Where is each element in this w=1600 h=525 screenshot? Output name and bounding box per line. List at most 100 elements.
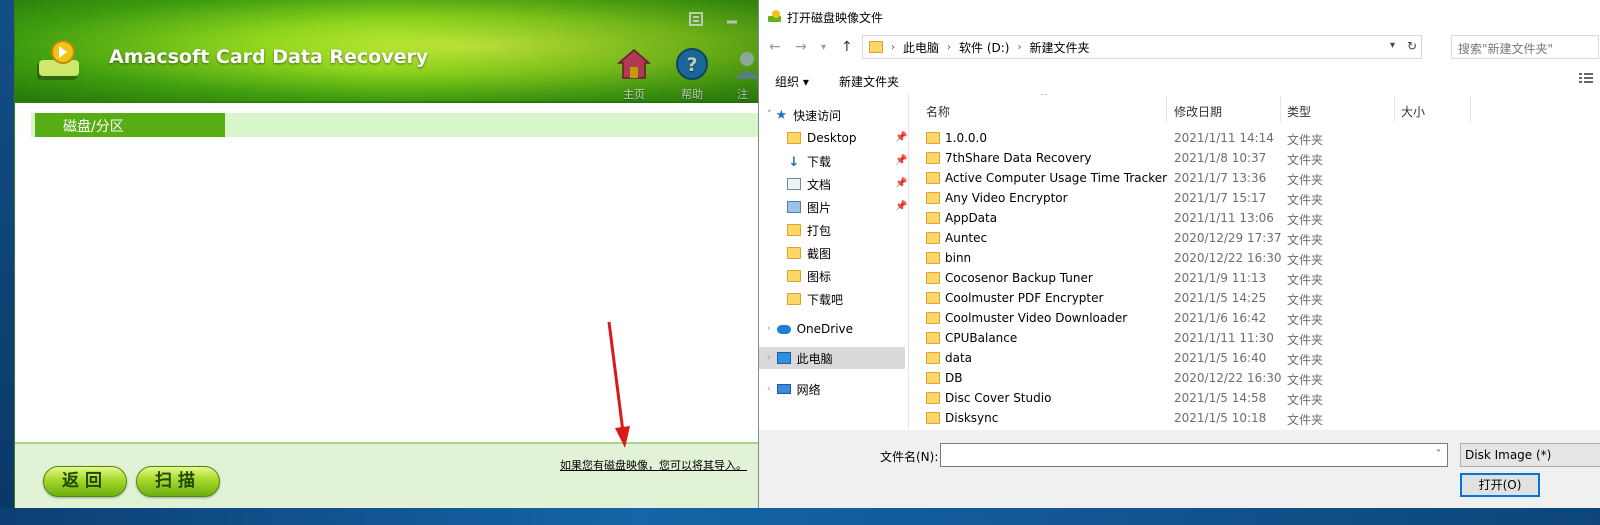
file-list: ^ 名称 修改日期 类型 大小 1.0.0.0 2021/1/11 14:14 文件… [910, 94, 1600, 430]
download-icon: ↓ [788, 155, 800, 170]
folder-icon [926, 332, 940, 344]
chevron-down-icon: ˅ [767, 110, 772, 120]
column-divider [1470, 96, 1471, 122]
app-footer: 如果您有磁盘映像，您可以将其导入。 返回 扫描 [15, 442, 763, 508]
breadcrumb-drive-d[interactable]: 软件 (D:) [959, 39, 1009, 56]
toolbar-home-label: 主页 [623, 88, 645, 101]
nav-item-xiazaiba[interactable]: 下载吧 [787, 288, 843, 310]
dialog-nav-bar: ← → ▾ ↑ › 此电脑 › 软件 (D:) › 新建文件夹 ▾ ↻ 搜索"新… [759, 33, 1600, 61]
table-row[interactable]: 7thShare Data Recovery 2021/1/8 10:37 文件夹 [910, 148, 1600, 168]
table-row[interactable]: Disc Cover Studio 2021/1/5 14:58 文件夹 [910, 388, 1600, 408]
folder-icon [787, 293, 801, 305]
nav-item-icons[interactable]: 图标 [787, 265, 831, 287]
chevron-right-icon: › [767, 353, 771, 363]
column-date[interactable]: 修改日期 [1174, 103, 1222, 120]
nav-label: 打包 [807, 223, 832, 238]
view-options-icon[interactable] [1579, 72, 1593, 84]
document-icon [787, 178, 801, 190]
chevron-right-icon: › [767, 324, 771, 334]
table-row[interactable]: Coolmuster PDF Encrypter 2021/1/5 14:25 文件… [910, 288, 1600, 308]
folder-icon [926, 272, 940, 284]
nav-item-screenshots[interactable]: 截图 [787, 242, 831, 264]
folder-icon [787, 247, 801, 259]
folder-icon [926, 392, 940, 404]
folder-icon [926, 252, 940, 264]
folder-icon [926, 412, 940, 424]
toolbar-help-button[interactable]: ? 帮助 [669, 47, 715, 102]
table-row[interactable]: DB 2020/12/22 16:30 文件夹 [910, 368, 1600, 388]
nav-item-desktop[interactable]: Desktop [787, 127, 857, 149]
nav-this-pc[interactable]: › 此电脑 [759, 347, 905, 369]
chevron-right-icon: › [891, 41, 895, 53]
nav-item-downloads[interactable]: ↓ 下载 [787, 150, 831, 172]
search-input[interactable]: 搜索"新建文件夹" [1451, 35, 1599, 59]
scan-button[interactable]: 扫描 [136, 466, 220, 497]
nav-quick-access[interactable]: ˅ ★ 快速访问 [767, 104, 841, 126]
table-row[interactable]: AppData 2021/1/11 13:06 文件夹 [910, 208, 1600, 228]
nav-item-documents[interactable]: 文档 [787, 173, 831, 195]
app-header: Amacsoft Card Data Recovery 主页 ? 帮助 注 [15, 0, 763, 103]
breadcrumb-new-folder[interactable]: 新建文件夹 [1029, 39, 1089, 56]
import-image-link[interactable]: 如果您有磁盘映像，您可以将其导入。 [560, 457, 747, 473]
nav-network[interactable]: › 网络 [767, 378, 821, 400]
star-icon: ★ [775, 107, 788, 123]
back-button[interactable]: 返回 [43, 466, 127, 497]
file-type-select[interactable]: Disk Image (*) [1460, 443, 1600, 467]
table-row[interactable]: data 2021/1/5 16:40 文件夹 [910, 348, 1600, 368]
nav-label: Desktop [807, 131, 857, 145]
open-button[interactable]: 打开(O) [1460, 473, 1540, 497]
folder-icon [926, 232, 940, 244]
forward-arrow-icon[interactable]: → [795, 39, 807, 55]
nav-label: 下载吧 [807, 292, 844, 307]
navigation-pane: ˅ ★ 快速访问 Desktop 📌 ↓ 下载 📌 文档 📌 图片 📌 打包 截… [759, 94, 909, 430]
column-name[interactable]: 名称 [926, 103, 950, 120]
pin-icon: 📌 [895, 201, 908, 212]
dialog-bottom-bar: 文件名(N): ˅ Disk Image (*) 打开(O) [759, 430, 1600, 510]
table-row[interactable]: 1.0.0.0 2021/1/11 14:14 文件夹 [910, 128, 1600, 148]
folder-icon [926, 312, 940, 324]
table-row[interactable]: Cocosenor Backup Tuner 2021/1/9 11:13 文件夹 [910, 268, 1600, 288]
nav-item-pictures[interactable]: 图片 [787, 196, 831, 218]
nav-onedrive[interactable]: › OneDrive [767, 318, 853, 340]
column-divider [1166, 96, 1167, 122]
column-divider [1394, 96, 1395, 122]
recent-chevron-icon[interactable]: ▾ [821, 42, 826, 53]
menu-icon[interactable] [683, 8, 709, 30]
annotation-arrow [607, 321, 630, 448]
table-row[interactable]: Disksync 2021/1/5 10:18 文件夹 [910, 408, 1600, 428]
toolbar-home-button[interactable]: 主页 [611, 47, 657, 102]
filename-dropdown-icon[interactable]: ˅ [1436, 449, 1441, 460]
back-arrow-icon[interactable]: ← [769, 39, 781, 55]
nav-label: 截图 [807, 246, 832, 261]
taskbar-strip [0, 508, 1600, 525]
address-dropdown-icon[interactable]: ▾ [1390, 40, 1395, 51]
partition-list-area [16, 137, 762, 442]
minimize-icon[interactable] [719, 8, 745, 30]
table-row[interactable]: Coolmuster Video Downloader 2021/1/6 16:4… [910, 308, 1600, 328]
address-bar[interactable]: › 此电脑 › 软件 (D:) › 新建文件夹 ▾ ↻ [862, 35, 1422, 59]
filename-input[interactable]: ˅ [940, 443, 1448, 467]
table-row[interactable]: CPUBalance 2021/1/11 11:30 文件夹 [910, 328, 1600, 348]
nav-item-pack[interactable]: 打包 [787, 219, 831, 241]
nav-label: 网络 [796, 382, 821, 397]
table-row[interactable]: Any Video Encryptor 2021/1/7 15:17 文件夹 [910, 188, 1600, 208]
computer-icon [776, 352, 791, 364]
refresh-icon[interactable]: ↻ [1407, 39, 1417, 53]
up-arrow-icon[interactable]: ↑ [841, 39, 853, 55]
table-row[interactable]: Active Computer Usage Time Tracker 2021/1… [910, 168, 1600, 188]
dialog-title: 打开磁盘映像文件 [787, 11, 884, 25]
tab-disk-partition[interactable]: 磁盘/分区 [35, 113, 225, 137]
column-type[interactable]: 类型 [1287, 103, 1311, 120]
pin-icon: 📌 [895, 132, 908, 143]
table-row[interactable]: binn 2020/12/22 16:30 文件夹 [910, 248, 1600, 268]
folder-icon [926, 132, 940, 144]
nav-label: 此电脑 [796, 351, 833, 366]
column-size[interactable]: 大小 [1401, 103, 1425, 120]
breadcrumb-this-pc[interactable]: 此电脑 [903, 39, 939, 56]
organize-button[interactable]: 组织 ▾ [775, 73, 809, 90]
new-folder-button[interactable]: 新建文件夹 [839, 73, 899, 90]
table-row[interactable]: Auntec 2020/12/29 17:37 文件夹 [910, 228, 1600, 248]
sort-ascending-icon: ^ [1040, 94, 1048, 102]
folder-icon [926, 172, 940, 184]
nav-label: OneDrive [796, 322, 854, 336]
